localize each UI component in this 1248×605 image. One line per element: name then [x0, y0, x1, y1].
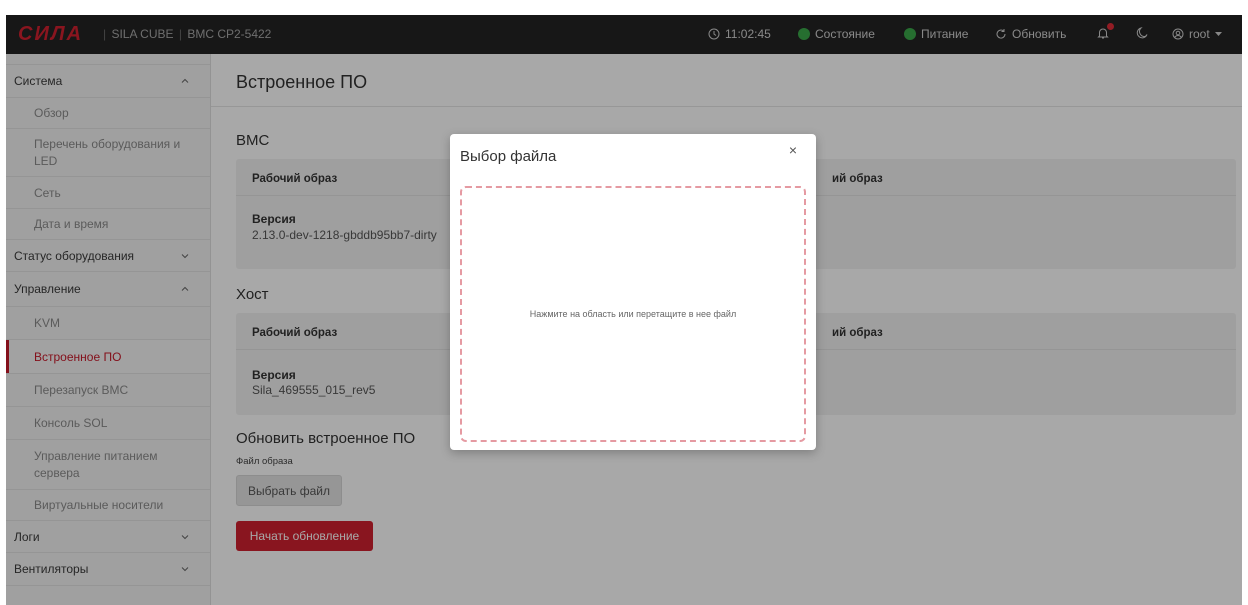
file-select-modal: Выбор файла × Нажмите на область или пер… — [450, 134, 816, 450]
close-icon[interactable]: × — [786, 143, 800, 157]
file-dropzone[interactable]: Нажмите на область или перетащите в нее … — [460, 186, 806, 442]
dropzone-hint: Нажмите на область или перетащите в нее … — [529, 309, 737, 319]
app-root: СИЛА | SILA CUBE | BMC CP2-5422 11:02:45… — [0, 0, 1248, 605]
modal-title: Выбор файла — [460, 148, 557, 165]
